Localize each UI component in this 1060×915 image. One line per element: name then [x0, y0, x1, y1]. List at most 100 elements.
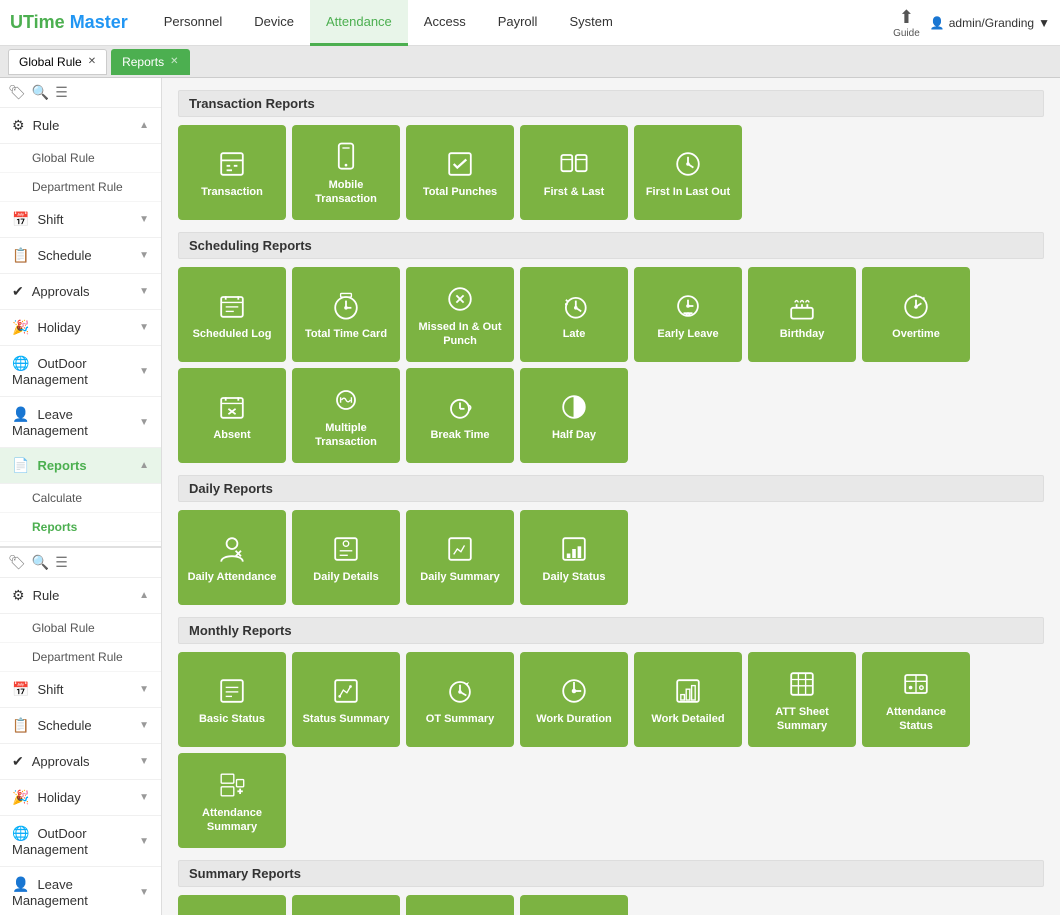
card-employee-summary[interactable]: Employee Summary	[178, 895, 286, 915]
schedule-icon-2: 📋	[12, 717, 29, 733]
card-att-sheet[interactable]: ATT Sheet Summary	[748, 652, 856, 747]
card-attendance-summary[interactable]: Attendance Summary	[178, 753, 286, 848]
sidebar-approvals-1[interactable]: ✔Approvals ▼	[0, 274, 161, 310]
card-first-in-last-out[interactable]: First In Last Out	[634, 125, 742, 220]
nav-payroll[interactable]: Payroll	[482, 0, 554, 46]
sidebar-item-rule-2[interactable]: ⚙Rule ▲	[0, 578, 161, 614]
multiple-transaction-icon	[328, 382, 364, 418]
sidebar-reports-sub-1[interactable]: Reports	[0, 513, 161, 542]
section-scheduling-reports: Scheduling Reports	[178, 232, 1044, 259]
rule-icon-1: ⚙	[12, 117, 25, 133]
card-leave-summary[interactable]: Leave Summary	[292, 895, 400, 915]
sidebar-tag-icon-2[interactable]: 🏷	[8, 554, 26, 571]
nav-personnel[interactable]: Personnel	[148, 0, 239, 46]
app-logo: UTime Master	[10, 12, 128, 33]
card-attendance-status[interactable]: Attendance Status	[862, 652, 970, 747]
approvals-icon-2: ✔	[12, 753, 24, 769]
card-overtime-label: Overtime	[892, 328, 940, 341]
sidebar-shift-1[interactable]: 📅Shift ▼	[0, 202, 161, 238]
user-menu[interactable]: 👤 admin/Granding ▼	[930, 16, 1050, 30]
sidebar-tag-icon[interactable]: 🏷	[8, 84, 26, 101]
card-work-duration[interactable]: Work Duration	[520, 652, 628, 747]
card-first-last-label: First & Last	[544, 186, 605, 199]
card-birthday[interactable]: Birthday	[748, 267, 856, 362]
sidebar-global-rule-1[interactable]: Global Rule	[0, 144, 161, 173]
card-absent[interactable]: Absent	[178, 368, 286, 463]
card-department-summary[interactable]: Department Summary	[406, 895, 514, 915]
outdoor-arrow-2: ▼	[139, 836, 149, 847]
nav-device[interactable]: Device	[238, 0, 310, 46]
card-break-time-label: Break Time	[430, 429, 489, 442]
sidebar-menu-icon[interactable]: ☰	[55, 84, 68, 101]
card-ot-summary[interactable]: OT Summary	[406, 652, 514, 747]
tab-reports-close[interactable]: ✕	[170, 56, 178, 67]
card-work-detailed[interactable]: Work Detailed	[634, 652, 742, 747]
total-time-card-icon	[328, 288, 364, 324]
card-status-summary[interactable]: Status Summary	[292, 652, 400, 747]
card-multiple-transaction[interactable]: Multiple Transaction	[292, 368, 400, 463]
card-attendance-status-label: Attendance Status	[868, 706, 964, 732]
sidebar-global-rule-2[interactable]: Global Rule	[0, 614, 161, 643]
sidebar-search-icon-2[interactable]: 🔍	[32, 554, 49, 571]
card-daily-summary[interactable]: Daily Summary	[406, 510, 514, 605]
sidebar-leave-2[interactable]: 👤Leave Management ▼	[0, 867, 161, 915]
logo-utime: UTime	[10, 12, 65, 32]
sidebar-schedule-2[interactable]: 📋Schedule ▼	[0, 708, 161, 744]
card-late[interactable]: Late	[520, 267, 628, 362]
work-detailed-icon	[670, 673, 706, 709]
logo-master: Master	[65, 12, 128, 32]
summary-reports-grid: Employee Summary Leave Summary Departmen…	[178, 895, 1044, 915]
guide-button[interactable]: ⬆ Guide	[893, 7, 920, 39]
sidebar-shift-label-2: Shift	[37, 682, 63, 697]
card-daily-details[interactable]: Daily Details	[292, 510, 400, 605]
sidebar-shift-2[interactable]: 📅Shift ▼	[0, 672, 161, 708]
sidebar-reports-1[interactable]: 📄Reports ▲	[0, 448, 161, 484]
sidebar-dept-rule-2[interactable]: Department Rule	[0, 643, 161, 672]
tab-global-rule[interactable]: Global Rule ✕	[8, 49, 107, 75]
daily-details-icon	[328, 531, 364, 567]
card-work-detailed-label: Work Detailed	[651, 713, 724, 726]
card-early-leave[interactable]: Early Leave	[634, 267, 742, 362]
nav-access[interactable]: Access	[408, 0, 482, 46]
department-summary-icon	[442, 909, 478, 915]
outdoor-icon-2: 🌐	[12, 825, 29, 841]
card-daily-status[interactable]: Daily Status	[520, 510, 628, 605]
card-mobile-transaction[interactable]: Mobile Transaction	[292, 125, 400, 220]
sidebar-dept-rule-1[interactable]: Department Rule	[0, 173, 161, 202]
sidebar-approvals-2[interactable]: ✔Approvals ▼	[0, 744, 161, 780]
sidebar-outdoor-2[interactable]: 🌐OutDoor Management ▼	[0, 816, 161, 867]
schedule-arrow-1: ▼	[139, 250, 149, 261]
card-scheduled-log[interactable]: Scheduled Log	[178, 267, 286, 362]
card-basic-status[interactable]: Basic Status	[178, 652, 286, 747]
first-in-last-out-icon	[670, 146, 706, 182]
card-transaction[interactable]: Transaction	[178, 125, 286, 220]
card-break-time[interactable]: Break Time	[406, 368, 514, 463]
sidebar-item-rule-1[interactable]: ⚙Rule ▲	[0, 108, 161, 144]
tab-global-rule-close[interactable]: ✕	[88, 56, 96, 67]
card-total-punches[interactable]: Total Punches	[406, 125, 514, 220]
card-yearly-summary[interactable]: Yearly Summary	[520, 895, 628, 915]
sidebar-schedule-1[interactable]: 📋Schedule ▼	[0, 238, 161, 274]
nav-system[interactable]: System	[553, 0, 628, 46]
card-overtime[interactable]: Overtime	[862, 267, 970, 362]
att-sheet-icon	[784, 666, 820, 702]
tab-reports[interactable]: Reports ✕	[111, 49, 189, 75]
card-total-time-card[interactable]: Total Time Card	[292, 267, 400, 362]
sidebar-holiday-1[interactable]: 🎉Holiday ▼	[0, 310, 161, 346]
sidebar-outdoor-1[interactable]: 🌐OutDoor Management ▼	[0, 346, 161, 397]
card-missed-punch[interactable]: Missed In & Out Punch	[406, 267, 514, 362]
sidebar-holiday-label-1: Holiday	[37, 320, 80, 335]
card-daily-attendance[interactable]: Daily Attendance	[178, 510, 286, 605]
sidebar-search-icon[interactable]: 🔍	[32, 84, 49, 101]
card-half-day-label: Half Day	[552, 429, 596, 442]
sidebar-calculate-1[interactable]: Calculate	[0, 484, 161, 513]
card-first-last[interactable]: First & Last	[520, 125, 628, 220]
card-half-day[interactable]: Half Day	[520, 368, 628, 463]
nav-attendance[interactable]: Attendance	[310, 0, 408, 46]
sidebar-menu-icon-2[interactable]: ☰	[55, 554, 68, 571]
sidebar-holiday-2[interactable]: 🎉Holiday ▼	[0, 780, 161, 816]
monthly-reports-grid: Basic Status Status Summary OT Summary W…	[178, 652, 1044, 848]
card-ot-summary-label: OT Summary	[426, 713, 494, 726]
card-attendance-summary-label: Attendance Summary	[184, 807, 280, 833]
sidebar-leave-1[interactable]: 👤Leave Management ▼	[0, 397, 161, 448]
